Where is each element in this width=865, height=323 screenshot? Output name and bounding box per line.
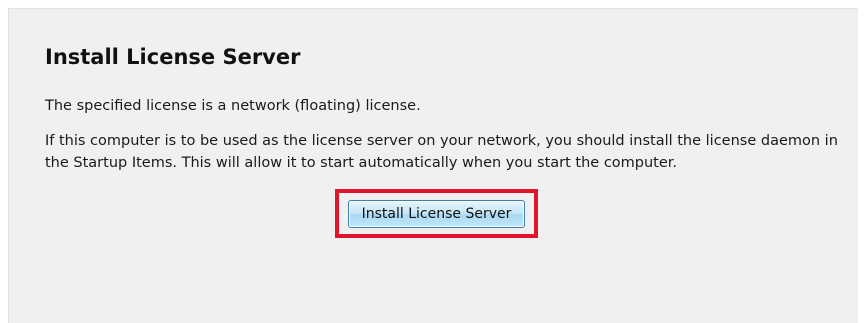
license-panel: Install License Server The specified lic… bbox=[8, 8, 858, 323]
license-type-message: The specified license is a network (floa… bbox=[45, 98, 421, 114]
license-server-instructions: If this computer is to be used as the li… bbox=[45, 133, 838, 171]
install-license-server-button[interactable]: Install License Server bbox=[348, 200, 525, 228]
page-title: Install License Server bbox=[45, 45, 301, 69]
